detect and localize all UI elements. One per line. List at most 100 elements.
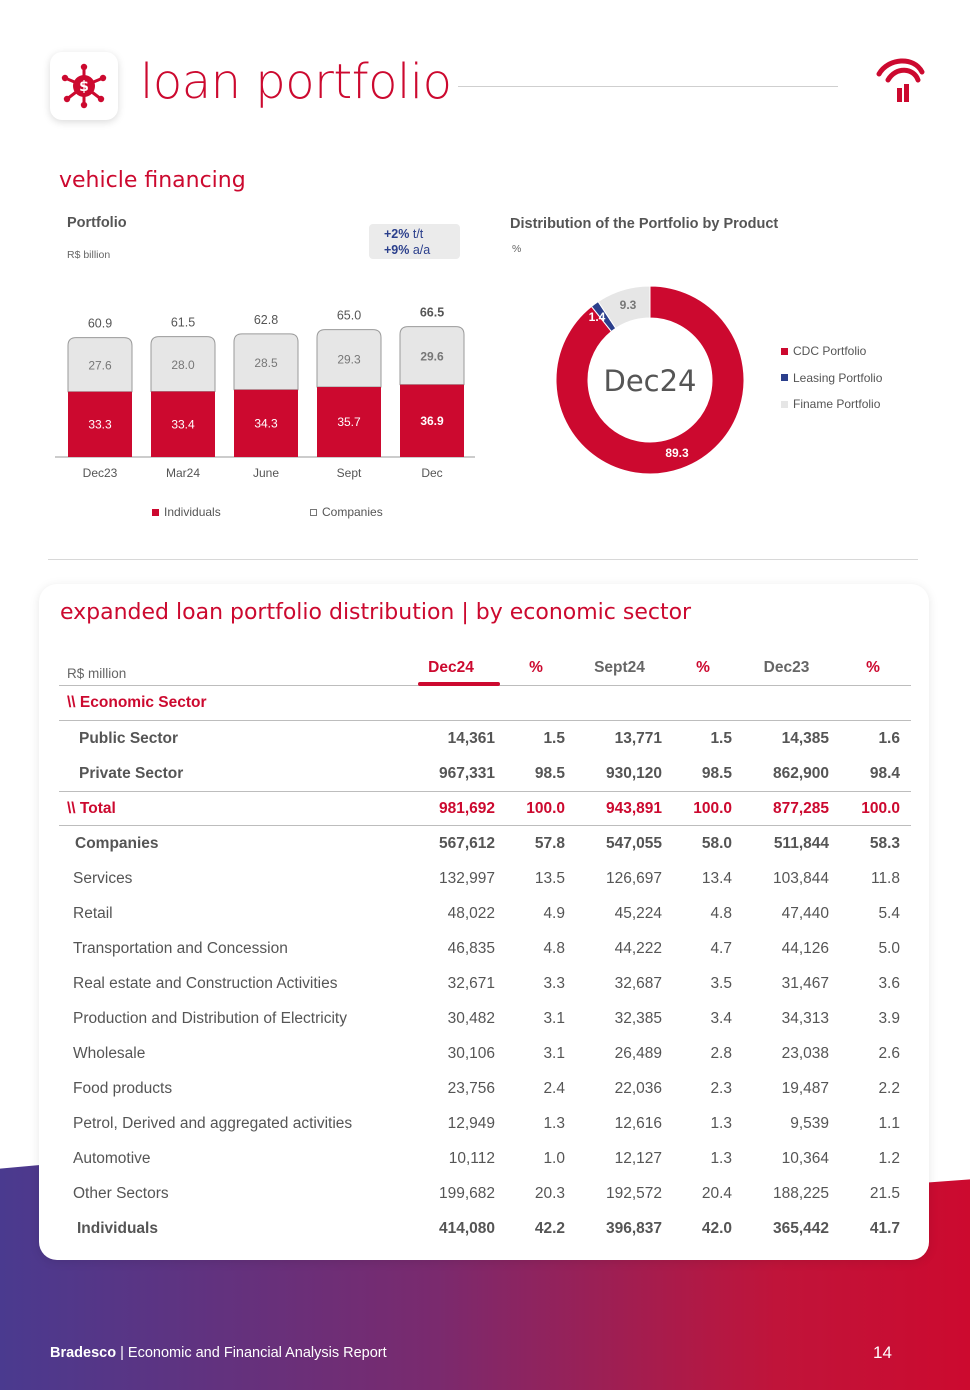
row-label: Private Sector xyxy=(79,764,184,782)
cell-dec24: 567,612 xyxy=(438,834,495,852)
cell-dec23: 44,126 xyxy=(781,939,829,957)
x-tick-label: Sept xyxy=(337,466,362,480)
cell-pct-dec24: 98.5 xyxy=(534,764,565,782)
row-label: \\ Total xyxy=(67,799,116,817)
legend-individuals: Individuals xyxy=(152,505,221,519)
svg-text:$: $ xyxy=(79,79,89,95)
footer-report-name: | Economic and Financial Analysis Report xyxy=(116,1345,387,1361)
donut-legend-item: CDC Portfolio xyxy=(781,338,882,365)
col-dec24: Dec24 xyxy=(428,659,474,676)
cell-pct-dec23: 11.8 xyxy=(870,869,900,887)
table-row: Food products 23,756 2.4 22,036 2.3 19,487 2.2 xyxy=(59,1071,911,1106)
bar-label-individuals: 33.3 xyxy=(88,417,112,431)
row-label: Transportation and Concession xyxy=(73,939,288,957)
cell-dec23: 9,539 xyxy=(790,1114,829,1132)
cell-sept24: 13,771 xyxy=(614,729,662,747)
bar-label-individuals: 35.7 xyxy=(337,415,361,429)
cell-pct-dec24: 42.2 xyxy=(534,1219,565,1237)
cell-dec23: 47,440 xyxy=(781,904,829,922)
row-label: Other Sectors xyxy=(73,1184,169,1202)
footer-brand: Bradesco xyxy=(50,1345,117,1361)
donut-legend-item: Finame Portfolio xyxy=(781,391,882,418)
cell-sept24: 22,036 xyxy=(614,1079,662,1097)
cell-pct-dec23: 41.7 xyxy=(869,1219,900,1237)
table-row-total: \\ Total 981,692 100.0 943,891 100.0 877,285 1… xyxy=(59,791,911,826)
cell-pct-sept24: 3.5 xyxy=(710,974,732,992)
cell-pct-dec23: 5.4 xyxy=(878,904,900,922)
donut-legend-item: Leasing Portfolio xyxy=(781,365,882,392)
bar-label-companies: 27.6 xyxy=(88,359,112,373)
table-row: Public Sector 14,361 1.5 13,771 1.5 14,385 1.6 xyxy=(59,721,911,756)
table-unit: R$ million xyxy=(67,665,127,681)
bar-label-companies: 28.5 xyxy=(254,356,278,370)
cell-pct-dec24: 3.1 xyxy=(543,1044,565,1062)
cell-sept24: 32,687 xyxy=(614,974,662,992)
cell-sept24: 396,837 xyxy=(605,1219,662,1237)
cell-pct-dec24: 3.1 xyxy=(543,1009,565,1027)
cell-dec23: 19,487 xyxy=(781,1079,829,1097)
portfolio-unit: R$ billion xyxy=(67,249,111,261)
cell-dec23: 10,364 xyxy=(781,1149,829,1167)
cell-dec24: 30,106 xyxy=(447,1044,495,1062)
section-divider xyxy=(48,559,918,560)
cell-dec23: 365,442 xyxy=(772,1219,829,1237)
cell-pct-dec24: 100.0 xyxy=(526,799,565,817)
cell-pct-sept24: 1.3 xyxy=(710,1149,732,1167)
cell-pct-sept24: 1.5 xyxy=(710,729,732,747)
distribution-donut-chart: 89.3 1.4 9.3 Dec24 xyxy=(555,285,745,475)
portfolio-chart-title: Portfolio xyxy=(67,215,127,231)
table-row: Production and Distribution of Electrici… xyxy=(59,1001,911,1036)
donut-center-label: Dec24 xyxy=(603,364,696,398)
table-row: Retail 48,022 4.9 45,224 4.8 47,440 5.4 xyxy=(59,896,911,931)
cell-sept24: 547,055 xyxy=(605,834,662,852)
row-label: Real estate and Construction Activities xyxy=(73,974,338,992)
row-label: Companies xyxy=(75,834,159,852)
row-label: Individuals xyxy=(77,1219,158,1237)
cell-pct-sept24: 20.4 xyxy=(701,1184,732,1202)
cell-dec24: 14,361 xyxy=(447,729,495,747)
cell-pct-dec23: 21.5 xyxy=(869,1184,900,1202)
table-row: Transportation and Concession 46,835 4.8 44… xyxy=(59,931,911,966)
money-network-icon: $ xyxy=(61,63,107,109)
cell-dec23: 23,038 xyxy=(781,1044,829,1062)
cell-dec23: 877,285 xyxy=(772,799,829,817)
donut-slice-label: 1.4 xyxy=(589,310,606,324)
table-row: Real estate and Construction Activities 3… xyxy=(59,966,911,1001)
cell-dec24: 46,835 xyxy=(447,939,495,957)
cell-pct-dec23: 3.9 xyxy=(878,1009,900,1027)
row-label: Automotive xyxy=(73,1149,151,1167)
cell-sept24: 930,120 xyxy=(605,764,662,782)
cell-dec23: 862,900 xyxy=(772,764,829,782)
cell-dec24: 981,692 xyxy=(438,799,495,817)
x-tick-label: Dec xyxy=(421,466,442,480)
row-label: Production and Distribution of Electrici… xyxy=(73,1009,347,1027)
row-label: Public Sector xyxy=(79,729,179,747)
cell-sept24: 45,224 xyxy=(614,904,662,922)
table-row: Services 132,997 13.5 126,697 13.4 103,844 11.… xyxy=(59,861,911,896)
row-label: Food products xyxy=(73,1079,173,1097)
cell-sept24: 943,891 xyxy=(605,799,662,817)
growth-yoy-label: a/a xyxy=(412,243,431,257)
cell-pct-dec24: 3.3 xyxy=(543,974,565,992)
row-label: \\ Economic Sector xyxy=(67,694,207,711)
bar-label-companies: 29.3 xyxy=(337,352,361,366)
table-header-row: R$ million Dec24 % Sept24 % Dec23 % xyxy=(59,651,911,686)
bar-label-individuals: 34.3 xyxy=(254,416,278,430)
bar-total-label: 60.9 xyxy=(88,317,112,331)
bar-total-label: 66.5 xyxy=(420,306,444,320)
cell-pct-sept24: 4.7 xyxy=(710,939,732,957)
cell-pct-sept24: 98.5 xyxy=(701,764,732,782)
cell-dec23: 34,313 xyxy=(781,1009,829,1027)
cell-pct-sept24: 2.3 xyxy=(710,1079,732,1097)
row-label: Petrol, Derived and aggregated activitie… xyxy=(73,1114,353,1132)
distribution-chart-title: Distribution of the Portfolio by Product xyxy=(510,216,779,232)
cell-pct-dec23: 1.2 xyxy=(878,1149,900,1167)
cell-dec23: 188,225 xyxy=(772,1184,829,1202)
cell-sept24: 26,489 xyxy=(614,1044,662,1062)
cell-dec23: 103,844 xyxy=(772,869,829,887)
footer-text: Bradesco | Economic and Financial Analys… xyxy=(50,1345,387,1361)
donut-legend-swatch xyxy=(781,400,788,408)
table-row: Automotive 10,112 1.0 12,127 1.3 10,364 1.2 xyxy=(59,1141,911,1176)
donut-legend-swatch xyxy=(781,347,788,355)
table-row: Other Sectors 199,682 20.3 192,572 20.4 188,2… xyxy=(59,1176,911,1211)
